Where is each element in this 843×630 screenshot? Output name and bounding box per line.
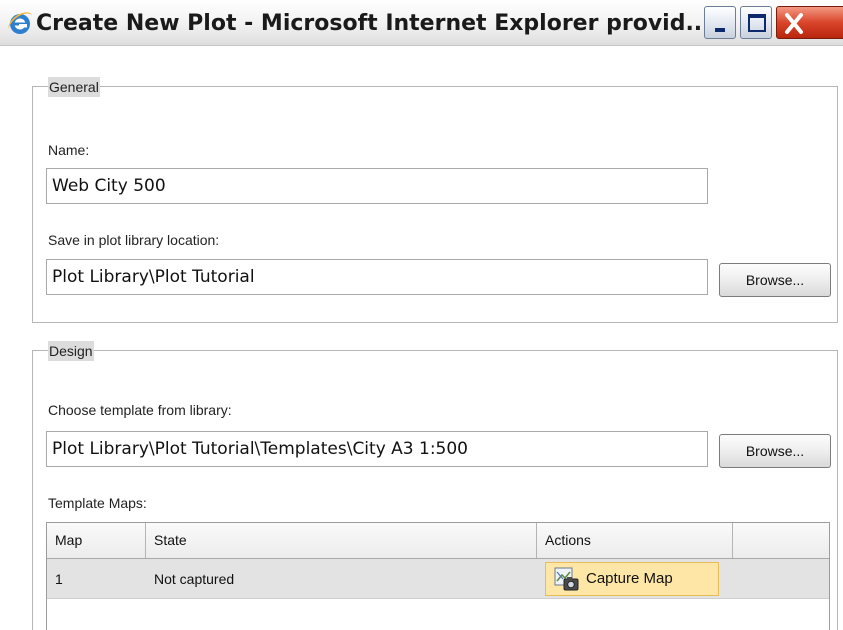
location-browse-button[interactable]: Browse... — [719, 263, 831, 297]
template-browse-button[interactable]: Browse... — [719, 434, 831, 468]
table-row[interactable]: 1 Not captured Capture Map — [47, 559, 829, 599]
location-label: Save in plot library location: — [48, 232, 220, 248]
close-button[interactable] — [776, 6, 843, 39]
window-title: Create New Plot - Microsoft Internet Exp… — [36, 11, 700, 36]
name-field[interactable]: Web City 500 — [46, 168, 708, 204]
capture-map-label: Capture Map — [586, 570, 673, 587]
general-legend: General — [48, 77, 100, 97]
column-header-actions[interactable]: Actions — [537, 523, 733, 558]
location-field[interactable]: Plot Library\Plot Tutorial — [46, 259, 708, 295]
capture-map-icon — [554, 567, 579, 591]
template-maps-label: Template Maps: — [48, 495, 147, 511]
column-header-map[interactable]: Map — [47, 523, 146, 558]
capture-map-button[interactable]: Capture Map — [545, 562, 719, 596]
name-label: Name: — [48, 142, 90, 158]
design-legend: Design — [48, 341, 94, 361]
template-field[interactable]: Plot Library\Plot Tutorial\Templates\Cit… — [46, 431, 708, 467]
maximize-button[interactable] — [740, 6, 772, 39]
table-header: Map State Actions — [47, 523, 829, 559]
close-icon — [785, 13, 803, 34]
template-label: Choose template from library: — [48, 402, 232, 418]
minimize-button[interactable] — [704, 6, 736, 39]
cell-state: Not captured — [154, 571, 235, 587]
maximize-icon — [748, 14, 766, 32]
template-maps-table: Map State Actions 1 Not captured Capture… — [46, 522, 830, 630]
cell-map: 1 — [55, 571, 63, 587]
minimize-icon — [715, 28, 725, 32]
column-header-state[interactable]: State — [146, 523, 537, 558]
internet-explorer-icon — [8, 12, 32, 34]
column-header-blank — [733, 523, 829, 558]
title-bar[interactable]: Create New Plot - Microsoft Internet Exp… — [0, 0, 843, 46]
